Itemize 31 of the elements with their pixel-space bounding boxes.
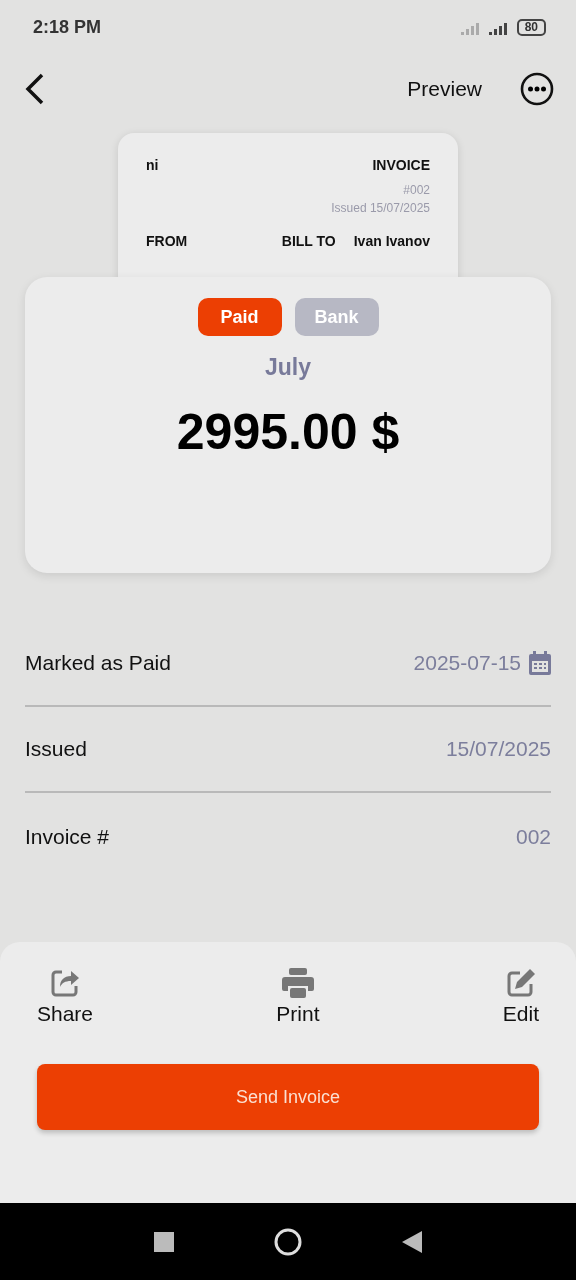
action-button[interactable]: Print (276, 968, 320, 1026)
invoice-number: #002 (402, 182, 430, 199)
pencil-icon (505, 968, 536, 998)
status-chip[interactable]: Paid (197, 298, 282, 336)
detail-value: 002 (515, 825, 551, 849)
battery-icon: 80 (516, 19, 546, 36)
status-time: 2:18 PM (33, 17, 103, 38)
from-label: FROM (146, 233, 188, 249)
month-label: July (265, 354, 311, 381)
detail-label: Marked as Paid (25, 651, 171, 675)
issued-date: Issued 15/07/2025 (330, 200, 430, 217)
date-value[interactable]: 2025-07-15 (413, 651, 521, 675)
detail-label: Invoice # (25, 825, 110, 849)
client-name: Ivan Ivanov (353, 233, 430, 249)
company-name: ni (146, 157, 159, 173)
amount: 2995.00 $ (176, 403, 400, 461)
action-button[interactable]: Share (37, 968, 94, 1026)
home-icon[interactable] (274, 1227, 302, 1256)
action-button[interactable]: Edit (502, 968, 539, 1026)
page-title: Preview (407, 77, 482, 101)
detail-value: 15/07/2025 (445, 737, 551, 761)
back-icon[interactable] (402, 1230, 422, 1253)
invoice-heading: INVOICE (372, 157, 430, 173)
recents-icon[interactable] (154, 1231, 174, 1252)
calendar-icon[interactable] (529, 651, 551, 675)
printer-icon (280, 968, 315, 998)
send-invoice-button[interactable]: Send Invoice (37, 1064, 539, 1130)
more-button[interactable] (520, 72, 554, 106)
bill-to-label: BILL TO (281, 233, 336, 249)
detail-label: Issued (25, 737, 87, 761)
share-icon (50, 968, 80, 998)
